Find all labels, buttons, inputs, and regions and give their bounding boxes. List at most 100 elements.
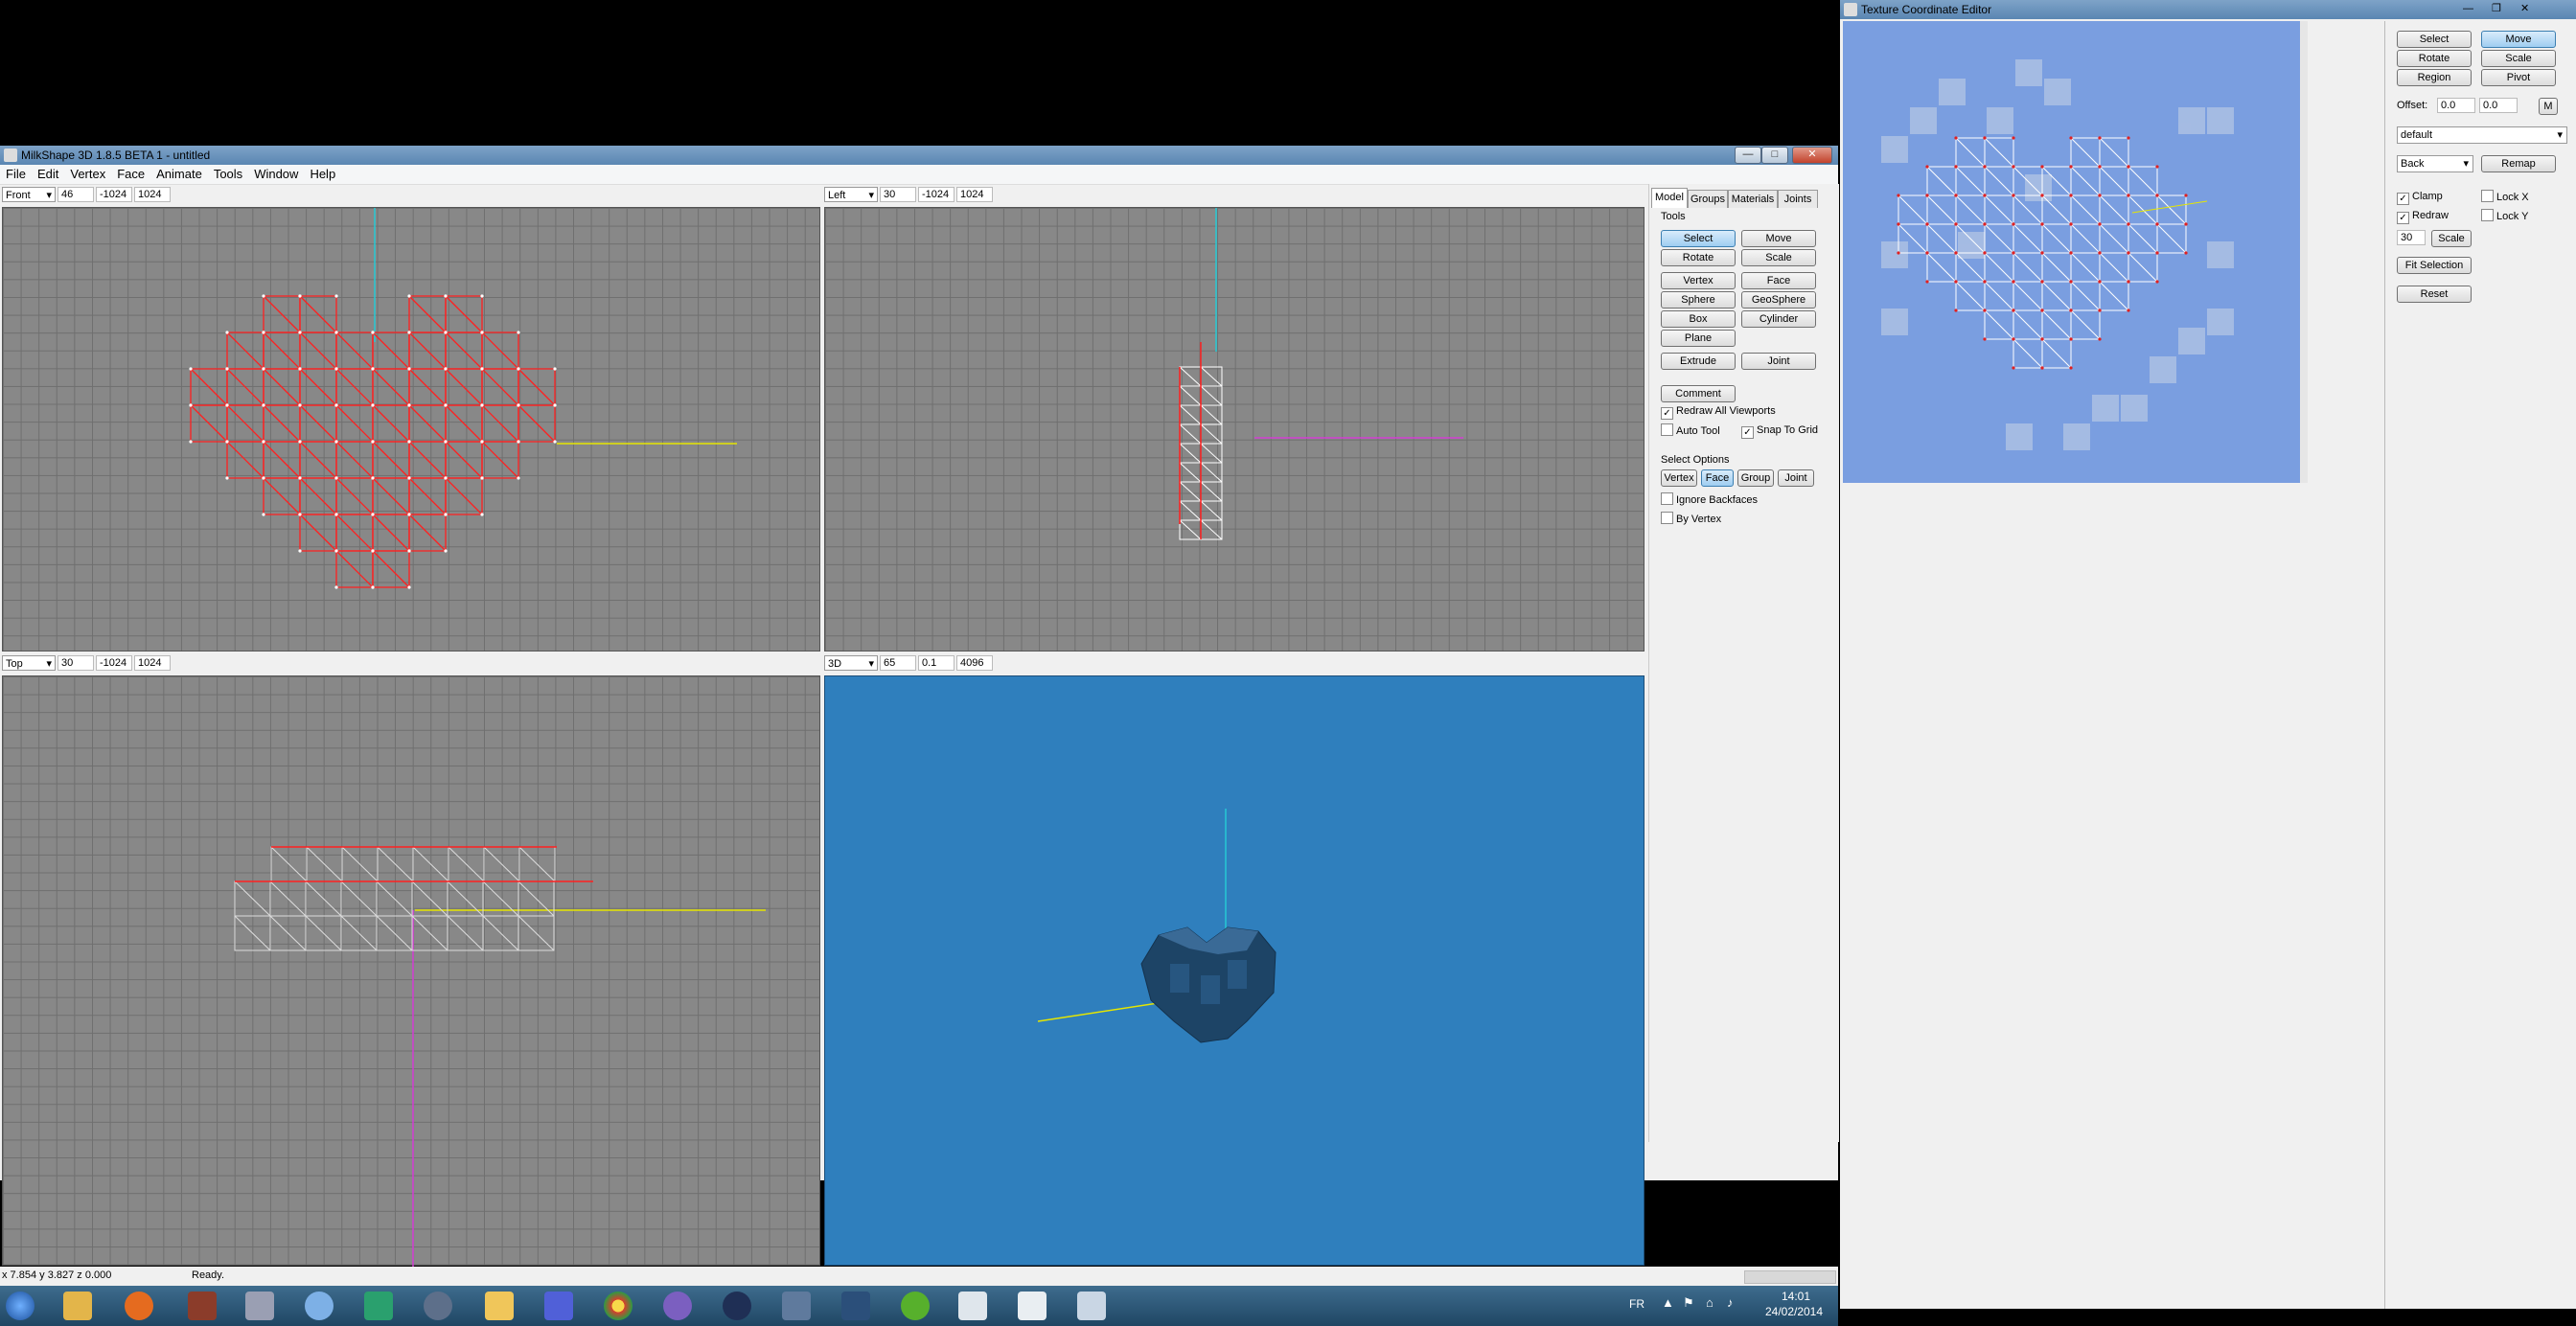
tex-region-button[interactable]: Region (2397, 69, 2472, 86)
app-icon-12[interactable] (1018, 1292, 1046, 1320)
clock-date[interactable]: 24/02/2014 (1758, 1305, 1830, 1318)
tool-rotate-button[interactable]: Rotate (1661, 249, 1736, 266)
menu-vertex[interactable]: Vertex (64, 165, 111, 184)
menu-window[interactable]: Window (248, 165, 304, 184)
tray-arrow-icon[interactable]: ▲ (1662, 1295, 1674, 1310)
minimize-icon[interactable]: — (2463, 3, 2478, 14)
app-icon-8[interactable] (782, 1292, 811, 1320)
front-near-field[interactable]: -1024 (96, 187, 132, 202)
scale-value-field[interactable]: 30 (2397, 230, 2426, 245)
volume-icon[interactable]: ♪ (1727, 1295, 1734, 1310)
persp-near-field[interactable]: 0.1 (918, 655, 954, 671)
left-view-select[interactable]: Left ▾ (824, 187, 878, 202)
material-select[interactable]: default ▾ (2397, 126, 2567, 144)
tool-comment-button[interactable]: Comment (1661, 385, 1736, 402)
chrome-icon[interactable] (604, 1292, 632, 1320)
front-viewport[interactable] (2, 207, 820, 652)
top-near-field[interactable]: -1024 (96, 655, 132, 671)
lock-x-checkbox[interactable]: Lock X (2481, 190, 2529, 204)
network-icon[interactable]: ⌂ (1706, 1295, 1714, 1310)
left-far-field[interactable]: 1024 (956, 187, 993, 202)
app-icon-9[interactable] (841, 1292, 870, 1320)
folder-icon[interactable] (63, 1292, 92, 1320)
start-button-icon[interactable] (6, 1292, 34, 1320)
app-icon-10[interactable] (901, 1292, 930, 1320)
app-icon-7[interactable] (723, 1292, 751, 1320)
offset-y-field[interactable]: 0.0 (2479, 98, 2518, 113)
tool-box-button[interactable]: Box (1661, 310, 1736, 328)
menu-animate[interactable]: Animate (150, 165, 208, 184)
top-view-select[interactable]: Top ▾ (2, 655, 56, 671)
offset-x-field[interactable]: 0.0 (2437, 98, 2475, 113)
select-joint-button[interactable]: Joint (1778, 469, 1814, 487)
projection-select[interactable]: Back ▾ (2397, 155, 2473, 172)
app-icon-13[interactable] (1077, 1292, 1106, 1320)
offset-m-button[interactable]: M (2539, 98, 2558, 115)
menu-tools[interactable]: Tools (208, 165, 248, 184)
clock-time[interactable]: 14:01 (1767, 1290, 1825, 1303)
tool-scale-button[interactable]: Scale (1741, 249, 1816, 266)
texture-editor-title-bar[interactable]: Texture Coordinate Editor — ❐ ✕ (1840, 0, 2576, 19)
menu-file[interactable]: File (0, 165, 32, 184)
tab-joints[interactable]: Joints (1778, 190, 1818, 208)
top-fov-field[interactable]: 30 (58, 655, 94, 671)
persp-far-field[interactable]: 4096 (956, 655, 993, 671)
tab-model[interactable]: Model (1651, 188, 1688, 208)
persp-fov-field[interactable]: 65 (880, 655, 916, 671)
reset-button[interactable]: Reset (2397, 286, 2472, 303)
redraw-all-checkbox[interactable]: ✓ Redraw All Viewports (1661, 404, 1776, 420)
lock-y-checkbox[interactable]: Lock Y (2481, 209, 2528, 223)
select-vertex-button[interactable]: Vertex (1661, 469, 1697, 487)
tool-sphere-button[interactable]: Sphere (1661, 291, 1736, 309)
tool-extrude-button[interactable]: Extrude (1661, 353, 1736, 370)
restore-icon[interactable]: ❐ (2492, 3, 2507, 14)
front-fov-field[interactable]: 46 (58, 187, 94, 202)
close-button[interactable]: ✕ (1792, 147, 1832, 164)
tool-select-button[interactable]: Select (1661, 230, 1736, 247)
maximize-button[interactable]: □ (1761, 147, 1788, 164)
close-icon[interactable]: ✕ (2520, 3, 2536, 14)
tool-face-button[interactable]: Face (1741, 272, 1816, 289)
front-view-select[interactable]: Front ▾ (2, 187, 56, 202)
persp-view-select[interactable]: 3D ▾ (824, 655, 878, 671)
persp-viewport[interactable] (824, 675, 1644, 1266)
ignore-backfaces-checkbox[interactable]: Ignore Backfaces (1661, 492, 1758, 507)
tex-pivot-button[interactable]: Pivot (2481, 69, 2556, 86)
app-icon-2[interactable] (305, 1292, 334, 1320)
select-face-button[interactable]: Face (1701, 469, 1734, 487)
tool-move-button[interactable]: Move (1741, 230, 1816, 247)
tex-rotate-button[interactable]: Rotate (2397, 50, 2472, 67)
top-far-field[interactable]: 1024 (134, 655, 171, 671)
texture-canvas[interactable] (1843, 21, 2301, 483)
left-fov-field[interactable]: 30 (880, 187, 916, 202)
firefox-icon[interactable] (125, 1292, 153, 1320)
menu-help[interactable]: Help (304, 165, 341, 184)
tool-vertex-button[interactable]: Vertex (1661, 272, 1736, 289)
title-bar[interactable]: MilkShape 3D 1.8.5 BETA 1 - untitled — □… (0, 146, 1838, 165)
snap-grid-checkbox[interactable]: ✓ Snap To Grid (1741, 423, 1818, 439)
remap-button[interactable]: Remap (2481, 155, 2556, 172)
left-near-field[interactable]: -1024 (918, 187, 954, 202)
tex-scale-apply-button[interactable]: Scale (2431, 230, 2472, 247)
library-icon[interactable] (188, 1292, 217, 1320)
top-viewport[interactable] (2, 675, 820, 1267)
clamp-checkbox[interactable]: ✓ Clamp (2397, 190, 2443, 205)
app-icon-1[interactable] (245, 1292, 274, 1320)
redraw-checkbox[interactable]: ✓ Redraw (2397, 209, 2449, 224)
texture-scrollbar[interactable] (2300, 21, 2308, 483)
menu-edit[interactable]: Edit (32, 165, 64, 184)
status-scrollbar[interactable] (1744, 1270, 1836, 1284)
app-icon-4[interactable] (485, 1292, 514, 1320)
tex-scale-button[interactable]: Scale (2481, 50, 2556, 67)
menu-face[interactable]: Face (111, 165, 150, 184)
milkshape-taskbar-icon[interactable] (424, 1292, 452, 1320)
tool-cylinder-button[interactable]: Cylinder (1741, 310, 1816, 328)
minimize-button[interactable]: — (1735, 147, 1761, 164)
app-icon-11[interactable] (958, 1292, 987, 1320)
tab-groups[interactable]: Groups (1688, 190, 1728, 208)
tex-select-button[interactable]: Select (2397, 31, 2472, 48)
tab-materials[interactable]: Materials (1728, 190, 1778, 208)
app-icon-6[interactable] (663, 1292, 692, 1320)
tool-joint-button[interactable]: Joint (1741, 353, 1816, 370)
tool-geosphere-button[interactable]: GeoSphere (1741, 291, 1816, 309)
